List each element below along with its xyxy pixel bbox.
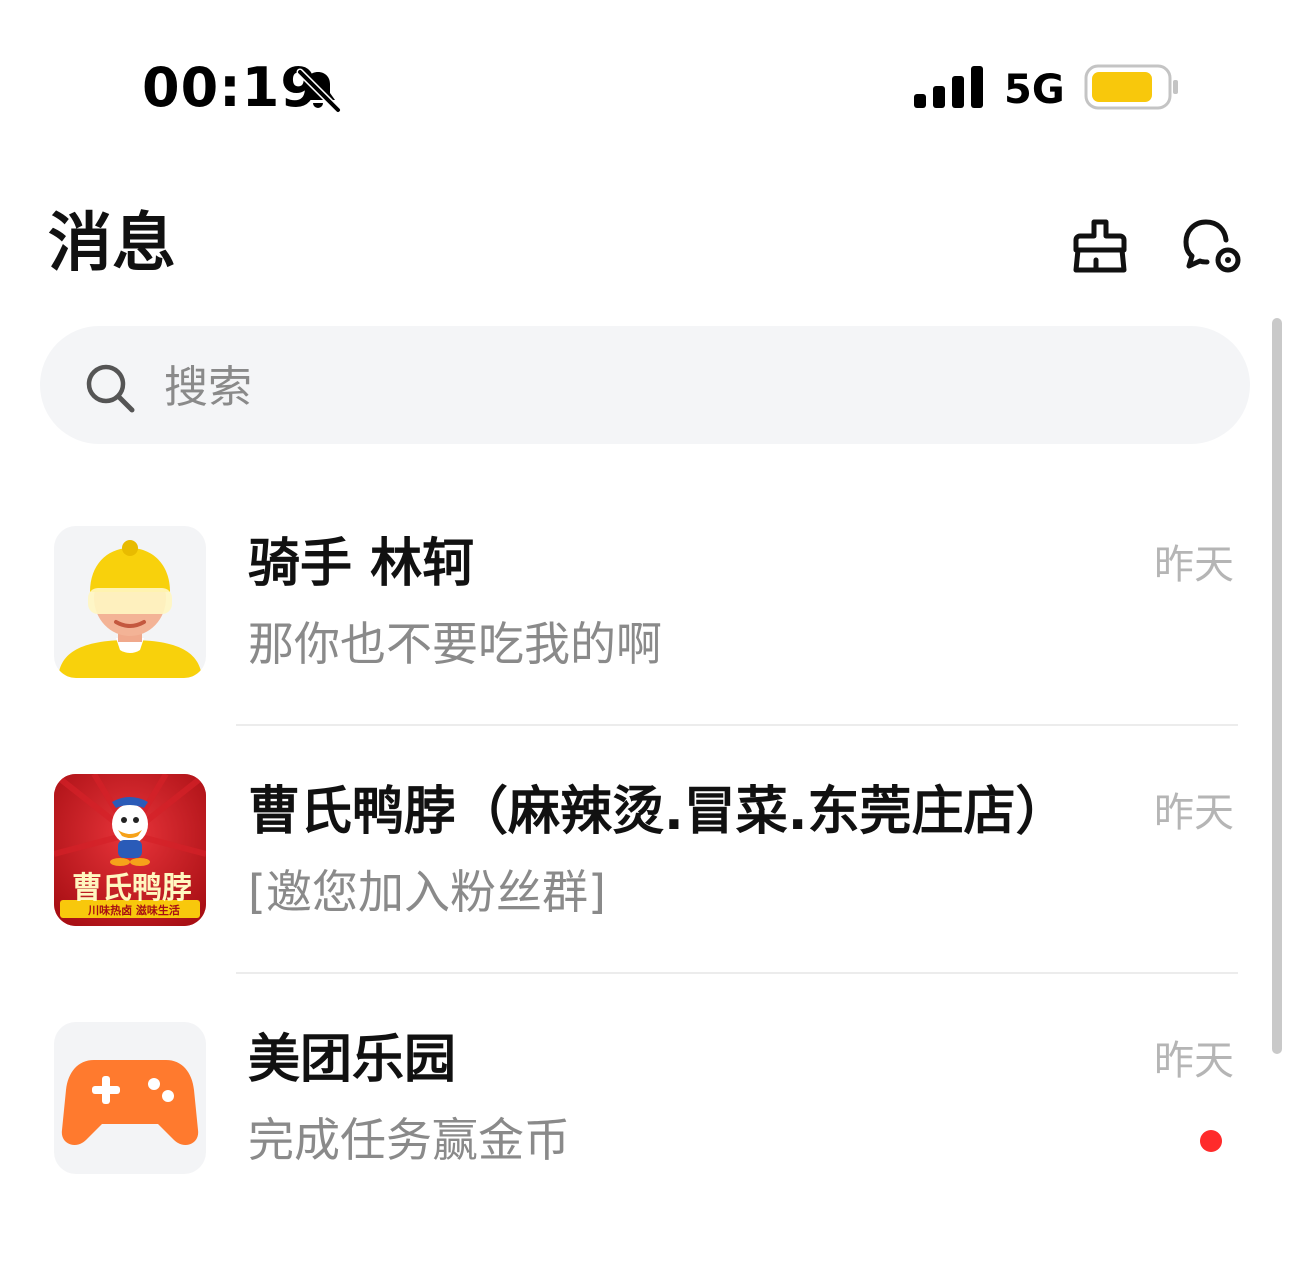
divider: [236, 972, 1238, 974]
status-time: 00:19: [142, 56, 319, 119]
conversation-item[interactable]: 曹氏鸭脖 川味热卤 滋味生活 曹氏鸭脖（麻辣烫.冒菜.东莞庄店） [邀您加入粉丝…: [0, 774, 1260, 1022]
conversation-name: 骑手 林轲: [248, 534, 475, 594]
logo-subtext: 川味热卤 滋味生活: [88, 904, 180, 917]
conversation-item[interactable]: 美团乐园 完成任务赢金币 昨天: [0, 1022, 1260, 1270]
logo-text: 曹氏鸭脖: [72, 871, 192, 906]
message-settings-icon[interactable]: [1176, 210, 1248, 282]
conversation-time: 昨天: [1154, 542, 1234, 588]
conversation-time: 昨天: [1154, 790, 1234, 836]
search-input[interactable]: [162, 346, 1166, 428]
conversation-time: 昨天: [1154, 1038, 1234, 1084]
conversation-name: 美团乐园: [248, 1030, 457, 1090]
conversation-last-message: 完成任务赢金币: [248, 1113, 570, 1167]
muted-bell-icon: [296, 68, 342, 114]
cellular-signal-icon: [914, 66, 983, 108]
scrollbar[interactable]: [1272, 318, 1282, 1054]
unread-badge: [1200, 1130, 1222, 1152]
battery-icon: [1084, 64, 1178, 110]
conversation-name: 曹氏鸭脖（麻辣烫.冒菜.东莞庄店）: [248, 782, 1068, 842]
rider-avatar-icon: [54, 526, 206, 678]
network-type: 5G: [1004, 67, 1065, 113]
divider: [236, 724, 1238, 726]
page-title: 消息: [48, 207, 176, 281]
conversation-item[interactable]: 骑手 林轲 那你也不要吃我的啊 昨天: [0, 526, 1260, 774]
conversation-last-message: [邀您加入粉丝群]: [248, 865, 606, 919]
conversation-last-message: 那你也不要吃我的啊: [248, 617, 662, 671]
status-bar: 00:19 5G: [0, 0, 1290, 170]
gamepad-icon: [54, 1022, 206, 1174]
search-icon: [86, 364, 135, 413]
broom-icon[interactable]: [1064, 210, 1136, 282]
page-header: 消息: [0, 190, 1290, 300]
